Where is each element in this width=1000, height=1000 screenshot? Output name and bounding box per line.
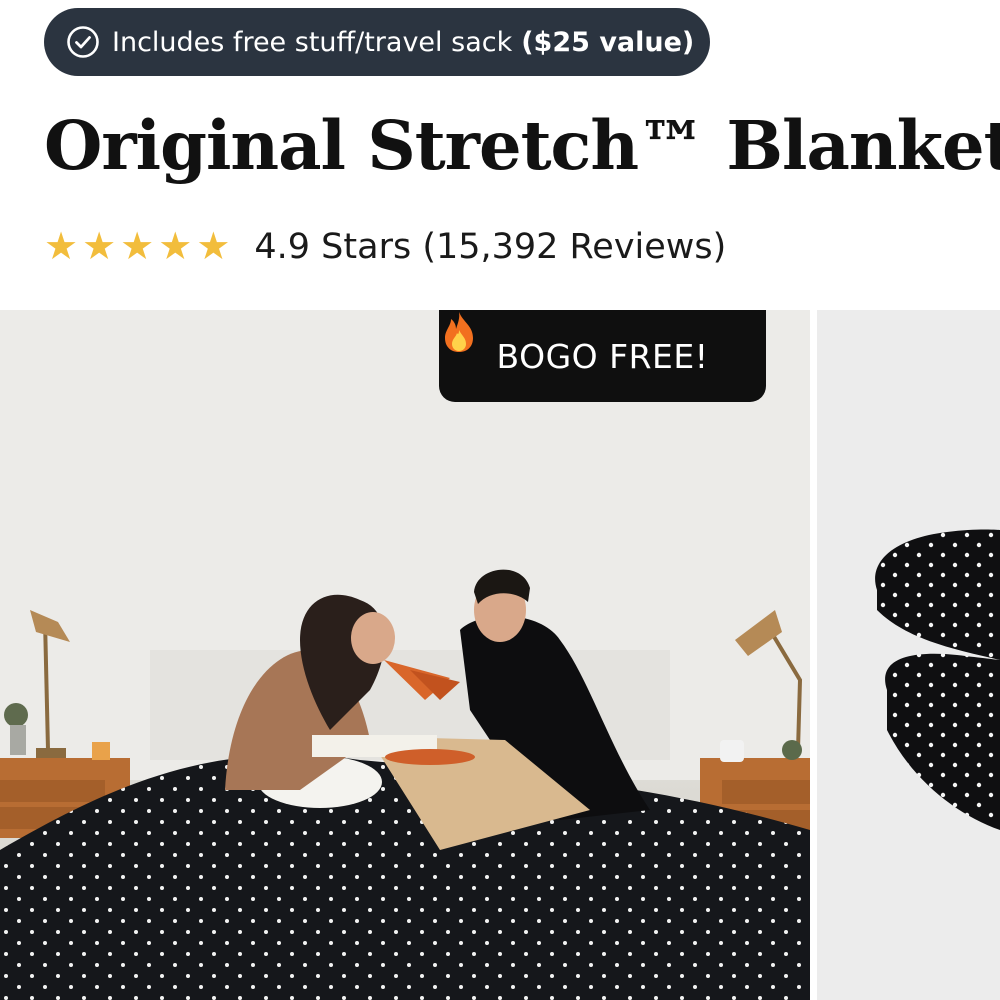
lifestyle-photo xyxy=(0,310,810,1000)
product-photo-next[interactable] xyxy=(817,310,1000,1000)
product-title: Original Stretch™ Blanket xyxy=(44,106,1000,185)
star-icon: ★ xyxy=(82,226,117,268)
blanket-folded-photo xyxy=(875,529,1000,830)
fire-icon xyxy=(445,312,473,352)
product-photo-main[interactable]: BOGO FREE! xyxy=(0,310,810,1000)
product-gallery[interactable]: BOGO FREE! xyxy=(0,310,1000,1000)
promo-banner: Includes free stuff/travel sack ($25 val… xyxy=(44,8,710,76)
promo-text: Includes free stuff/travel sack xyxy=(112,26,513,58)
star-rating: ★ ★ ★ ★ ★ xyxy=(44,228,230,266)
product-rating[interactable]: ★ ★ ★ ★ ★ 4.9 Stars (15,392 Reviews) xyxy=(44,222,726,272)
bogo-badge-label: BOGO FREE! xyxy=(496,336,709,376)
bogo-badge: BOGO FREE! xyxy=(439,310,766,402)
rating-summary-link[interactable]: 4.9 Stars (15,392 Reviews) xyxy=(254,227,726,267)
check-circle-icon xyxy=(67,26,99,58)
star-icon: ★ xyxy=(158,226,193,268)
star-icon: ★ xyxy=(196,226,231,268)
star-icon: ★ xyxy=(120,226,155,268)
star-icon: ★ xyxy=(44,226,79,268)
promo-value: ($25 value) xyxy=(521,26,695,58)
